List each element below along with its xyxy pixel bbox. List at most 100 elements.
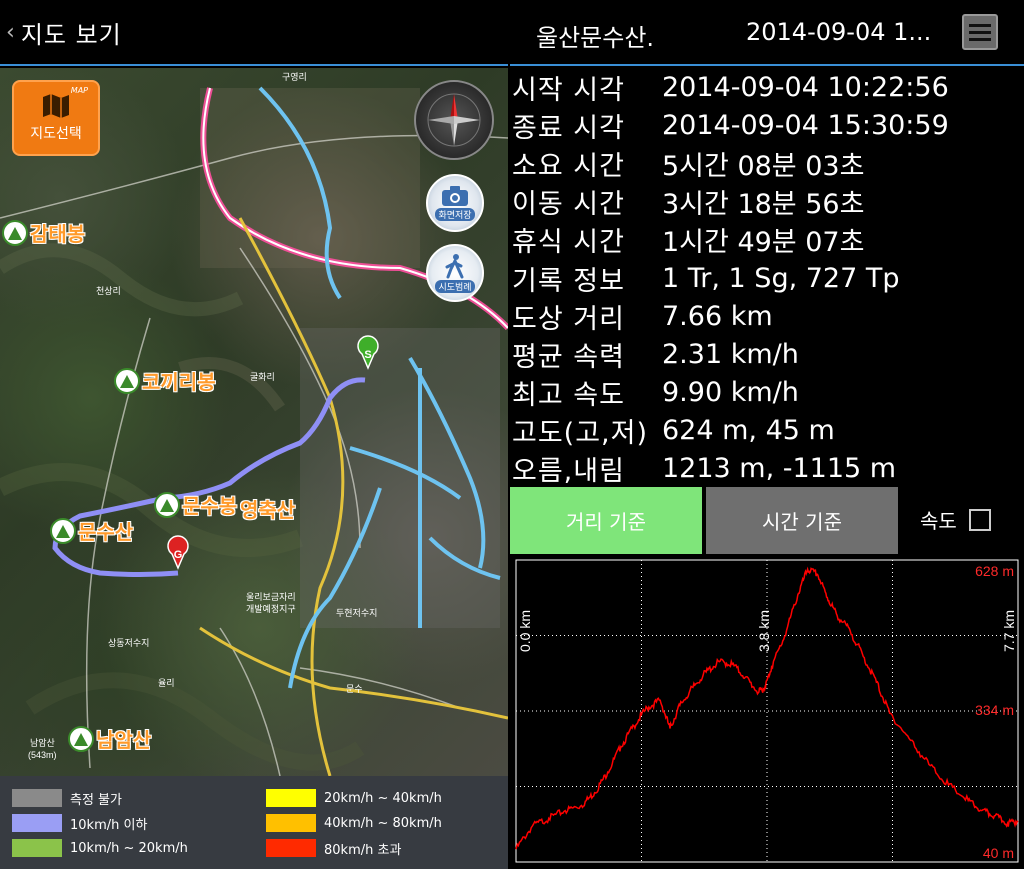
stat-label: 종료 시각 [512, 112, 625, 144]
stat-row: 기록 정보 1 Tr, 1 Sg, 727 Tp [512, 259, 1022, 297]
stat-value: 2014-09-04 15:30:59 [662, 109, 949, 141]
mountain-hiker-icon [114, 367, 140, 394]
legend-label: 80km/h 초과 [324, 842, 402, 858]
place-label: 율리 [158, 678, 175, 688]
stat-value: 624 m, 45 m [662, 415, 835, 447]
legend-item: 10km/h ~ 20km/h [12, 839, 188, 857]
map-header: ‹ 지도 보기 [0, 0, 508, 66]
peak-name: 문수산 [78, 520, 134, 544]
mountain-hiker-icon [68, 725, 94, 752]
stat-label: 이동 시간 [512, 189, 625, 221]
back-button[interactable]: ‹ 지도 보기 [0, 0, 122, 64]
y-tick-label: 40 m [983, 845, 1014, 861]
goal-marker[interactable]: G [167, 535, 189, 570]
map-select-button[interactable]: MAP 지도선택 [12, 80, 100, 156]
urban-area [200, 88, 420, 268]
stat-label: 기록 정보 [512, 265, 625, 297]
stat-label: 도상 거리 [512, 303, 625, 335]
hiker-icon [445, 254, 464, 279]
place-label: 문수 [346, 684, 363, 694]
legend-swatch [12, 789, 62, 807]
y-tick-label: 628 m [975, 563, 1014, 579]
track-date: 2014-09-04 1... [746, 18, 932, 46]
mountain-hiker-icon [50, 517, 76, 544]
track-stats: 시작 시각 2014-09-04 10:22:56 종료 시각 2014-09-04 … [512, 68, 1022, 488]
stat-value: 7.66 km [662, 300, 773, 332]
menu-button[interactable] [962, 14, 998, 50]
stat-value: 5시간 08분 03초 [662, 150, 865, 182]
legend-swatch [12, 814, 62, 832]
stat-value: 2.31 km/h [662, 338, 799, 370]
satellite-map[interactable]: S G 구영리 천상리 굴화리 율리 두현저수지 울리보금자리 개발예정지구 상… [0, 68, 508, 776]
peak-yeongchuk[interactable]: 영축산 [238, 494, 295, 523]
peak-munsusan[interactable]: 문수산 [50, 516, 133, 545]
place-label: 굴화리 [250, 372, 275, 382]
compass-needle-icon [427, 93, 481, 147]
tab-distance[interactable]: 거리 기준 [510, 487, 702, 554]
menu-list-icon [969, 23, 991, 27]
elevation-chart: 628 m 334 m 40 m 0.0 km 3.8 km 7.7 km [512, 556, 1022, 866]
stat-label: 휴식 시간 [512, 227, 625, 259]
screenshot-label: 화면저장 [435, 208, 475, 221]
place-label: 천상리 [96, 286, 121, 296]
stat-label: 고도(고,저) [512, 418, 649, 450]
legend-label: 10km/h ~ 20km/h [70, 840, 188, 856]
mountain-hiker-icon [2, 219, 28, 246]
stat-label: 오름,내림 [512, 456, 625, 488]
peak-name: 감태봉 [30, 222, 86, 246]
stat-label: 소요 시간 [512, 150, 625, 182]
x-tick-label: 0.0 km [517, 610, 533, 652]
page-title: 지도 보기 [20, 20, 122, 49]
map-pane: ‹ 지도 보기 S G 구영리 천상리 굴화리 율리 두현저수지 울리보금자리 … [0, 0, 508, 869]
mountain-hiker-icon [154, 491, 180, 518]
legend-swatch [266, 789, 316, 807]
speed-toggle[interactable]: 속도 [920, 505, 991, 534]
peak-gamtae[interactable]: 감태봉 [2, 218, 85, 247]
peak-munsubong[interactable]: 문수봉 [154, 490, 237, 519]
track-header: 울산문수산. 2014-09-04 1... [510, 0, 1024, 66]
screenshot-button[interactable]: 화면저장 [426, 174, 484, 232]
stat-label: 평균 속력 [512, 341, 625, 373]
tab-time[interactable]: 시간 기준 [706, 487, 898, 554]
place-label: 개발예정지구 [246, 604, 296, 614]
speed-checkbox[interactable] [968, 508, 991, 531]
y-tick-label: 334 m [975, 702, 1014, 718]
place-label: 울리보금자리 [246, 592, 296, 602]
stat-value: 2014-09-04 10:22:56 [662, 71, 949, 103]
stat-value: 1213 m, -1115 m [662, 453, 897, 485]
x-tick-label: 3.8 km [756, 610, 772, 652]
place-label: 상동저수지 [108, 638, 149, 648]
legend-label: 시도범례 [435, 280, 475, 293]
stat-value: 1시간 49분 07초 [662, 227, 865, 259]
stat-row: 최고 속도 9.90 km/h [512, 374, 1022, 412]
stat-value: 1 Tr, 1 Sg, 727 Tp [662, 262, 900, 294]
peak-name: 문수봉 [182, 494, 238, 518]
stat-row: 고도(고,저) 624 m, 45 m [512, 412, 1022, 450]
legend-item: 20km/h ~ 40km/h [266, 789, 442, 807]
folded-map-icon [43, 94, 69, 118]
legend-swatch [266, 839, 316, 857]
stat-value: 3시간 18분 56초 [662, 189, 865, 221]
compass-icon[interactable] [414, 80, 494, 160]
x-tick-label: 7.7 km [1001, 610, 1017, 652]
stat-value: 9.90 km/h [662, 377, 799, 409]
map-select-label: 지도선택 [30, 126, 82, 142]
camera-icon [442, 186, 468, 206]
goal-marker-letter: G [174, 549, 183, 561]
start-marker-letter: S [364, 349, 371, 361]
legend-item: 측정 불가 [12, 789, 122, 808]
stat-row: 종료 시각 2014-09-04 15:30:59 [512, 106, 1022, 144]
menu-list-icon [969, 37, 991, 41]
peak-kokkiri[interactable]: 코끼리봉 [114, 366, 216, 395]
peak-name: 코끼리봉 [142, 370, 216, 394]
peak-name: 남암산 [96, 728, 152, 752]
map-overlay: S G 구영리 천상리 굴화리 율리 두현저수지 울리보금자리 개발예정지구 상… [0, 72, 508, 776]
legend-button[interactable]: 시도범례 [426, 244, 484, 302]
peak-namamsan[interactable]: 남암산 [68, 724, 151, 753]
legend-label: 40km/h ~ 80km/h [324, 815, 442, 831]
place-label: 두현저수지 [336, 608, 377, 618]
legend-label: 측정 불가 [70, 792, 122, 808]
elevation-chart-svg: 628 m 334 m 40 m 0.0 km 3.8 km 7.7 km [515, 559, 1019, 863]
peak-name: 영축산 [240, 498, 296, 522]
place-label: (543m) [28, 750, 57, 760]
